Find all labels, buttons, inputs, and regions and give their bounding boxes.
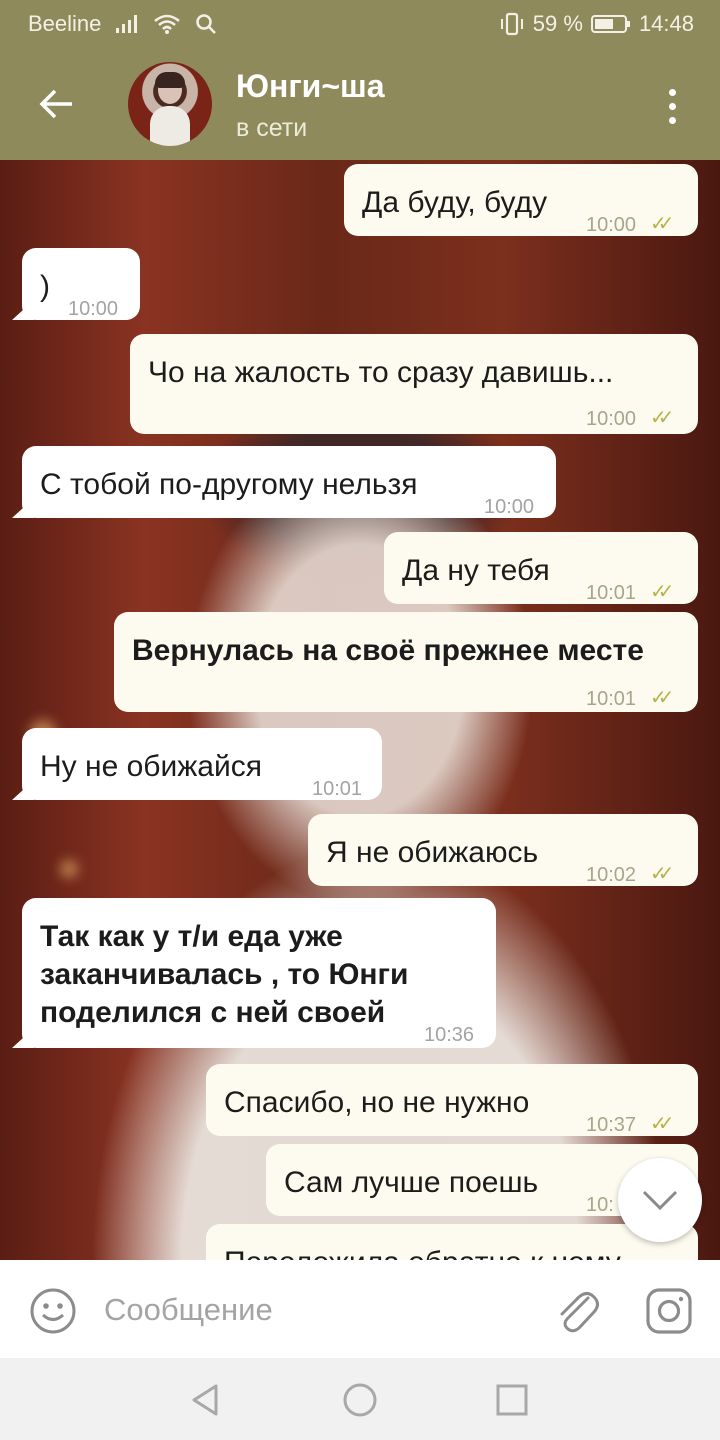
paperclip-icon	[560, 1292, 599, 1333]
triangle-back-icon	[192, 1384, 218, 1416]
vibrate-icon	[500, 12, 523, 36]
message-time: 10:00	[68, 298, 119, 320]
chat-title[interactable]: Юнги~ша	[236, 68, 384, 105]
message-time: 10:	[586, 1194, 614, 1216]
battery-percent: 59 %	[532, 11, 583, 36]
message-time: 10:36	[424, 1024, 475, 1046]
read-check-icon: ✓✓	[650, 407, 674, 429]
message-outgoing[interactable]: Вернулась на своё прежнее месте 10:01 ✓✓	[114, 612, 698, 712]
message-text: Вернулась на своё прежнее месте	[132, 634, 644, 667]
message-text: Я не обижаюсь	[326, 836, 539, 869]
system-nav-bar	[0, 1358, 720, 1440]
arrow-left-icon	[39, 89, 72, 119]
nav-home-button[interactable]	[340, 1380, 380, 1420]
message-outgoing[interactable]: Я не обижаюсь 10:02 ✓✓	[308, 814, 698, 886]
message-outgoing[interactable]: Да ну тебя 10:01 ✓✓	[384, 532, 698, 604]
message-text: С тобой по-другому нельзя	[40, 468, 418, 501]
message-text: Да буду, буду	[362, 186, 548, 219]
message-outgoing[interactable]: Чо на жалость то сразу давишь... 10:00 ✓…	[130, 334, 698, 434]
message-time: 10:00	[484, 496, 535, 518]
message-text: Сам лучше поешь	[284, 1166, 539, 1199]
square-recents-icon	[496, 1384, 528, 1416]
message-outgoing[interactable]: Да буду, буду 10:00 ✓✓	[344, 164, 698, 236]
message-text: Чо на жалость то сразу давишь...	[148, 356, 614, 389]
read-check-icon: ✓✓	[650, 213, 674, 235]
back-button[interactable]	[22, 70, 90, 138]
battery-icon	[590, 15, 630, 33]
clock: 14:48	[638, 11, 694, 36]
chat-background[interactable]: Да буду, буду 10:00 ✓✓ ) 10:00 Чо на жал…	[0, 160, 720, 1260]
online-status: в сети	[236, 114, 308, 142]
message-time: 10:01	[586, 582, 637, 604]
scroll-down-button[interactable]	[618, 1158, 702, 1242]
circle-home-icon	[343, 1383, 377, 1417]
message-incoming[interactable]: Ну не обижайся 10:01	[12, 728, 382, 800]
instagram-camera-icon	[646, 1288, 692, 1334]
message-input[interactable]	[104, 1284, 524, 1336]
message-incoming[interactable]: С тобой по-другому нельзя 10:00	[12, 446, 556, 518]
message-text: Ну не обижайся	[40, 750, 262, 783]
read-check-icon: ✓✓	[650, 863, 674, 885]
message-time: 10:01	[586, 688, 637, 710]
message-time: 10:00	[586, 214, 637, 236]
signal-icon	[116, 15, 138, 33]
chevron-down-icon	[642, 1190, 678, 1211]
avatar[interactable]	[128, 62, 212, 146]
message-incoming[interactable]: ) 10:00	[12, 248, 140, 320]
message-text: Так как у т/и еда уже заканчивалась , то…	[40, 920, 409, 1029]
search-icon	[196, 14, 217, 34]
message-incoming[interactable]: Так как у т/и еда уже заканчивалась , то…	[12, 898, 496, 1048]
message-text: Переложила обратно к нему	[224, 1244, 621, 1260]
message-time: 10:02	[586, 864, 637, 886]
message-time: 10:01	[312, 778, 363, 800]
more-vertical-icon	[668, 88, 676, 96]
composer-bar	[0, 1260, 720, 1358]
message-text: Да ну тебя	[402, 554, 550, 587]
message-time: 10:00	[586, 408, 637, 430]
more-menu-button[interactable]	[648, 78, 696, 134]
message-time: 10:37	[586, 1114, 637, 1136]
message-text: Спасибо, но не нужно	[224, 1086, 530, 1119]
message-text: )	[40, 270, 50, 303]
camera-button[interactable]	[644, 1286, 694, 1336]
smiley-icon	[30, 1288, 76, 1334]
nav-back-button[interactable]	[186, 1380, 226, 1420]
chat-header: Юнги~ша в сети	[0, 48, 720, 160]
carrier-name: Beeline	[28, 11, 102, 36]
nav-recents-button[interactable]	[492, 1380, 532, 1420]
read-check-icon: ✓✓	[650, 581, 674, 603]
status-bar: Beeline 59 % 14:48	[0, 0, 720, 48]
read-check-icon: ✓✓	[650, 1113, 674, 1135]
read-check-icon: ✓✓	[650, 687, 674, 709]
message-outgoing[interactable]: Спасибо, но не нужно 10:37 ✓✓	[206, 1064, 698, 1136]
wifi-icon	[154, 14, 181, 34]
emoji-button[interactable]	[28, 1286, 78, 1336]
message-outgoing[interactable]: Переложила обратно к нему	[206, 1224, 698, 1260]
attach-button[interactable]	[552, 1284, 602, 1338]
